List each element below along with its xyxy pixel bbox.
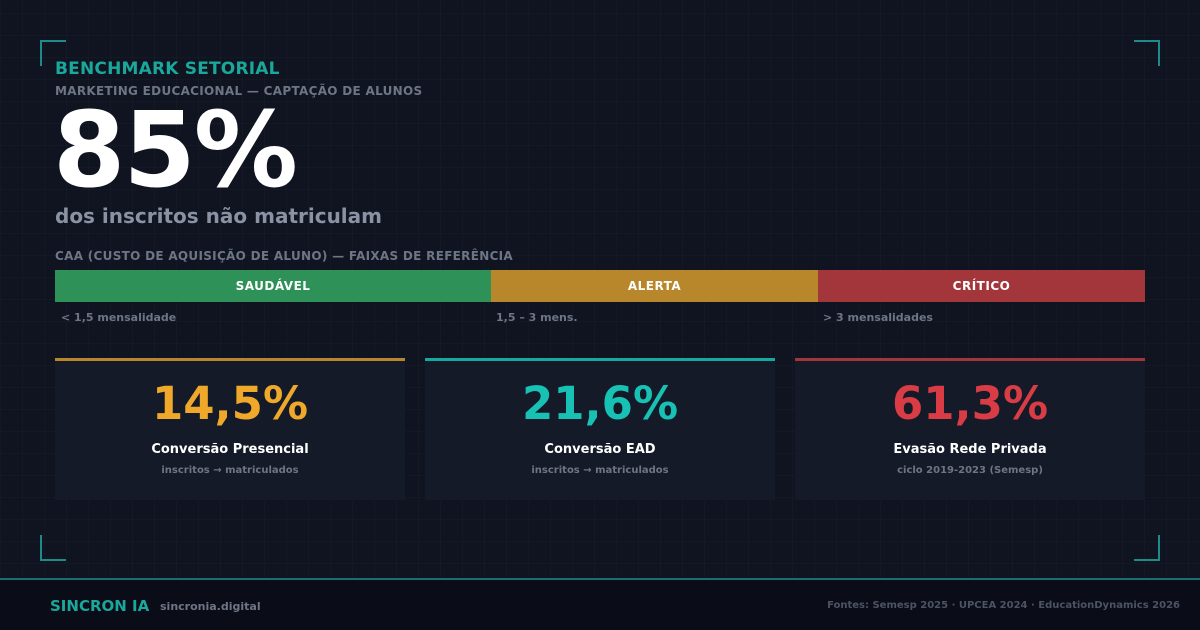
hero-stat-value: 85%	[53, 89, 298, 211]
scale-range-healthy: < 1,5 mensalidade	[61, 311, 177, 324]
corner-bracket-bottom-left	[40, 535, 66, 561]
caa-reference-scale: SAUDÁVEL ALERTA CRÍTICO	[55, 270, 1145, 302]
stat-card-note: ciclo 2019-2023 (Semesp)	[897, 465, 1043, 476]
scale-segment-alert: ALERTA	[491, 270, 818, 302]
stat-card-label: Evasão Rede Privada	[893, 442, 1047, 457]
corner-bracket-top-right	[1134, 40, 1160, 66]
scale-range-alert: 1,5 – 3 mens.	[496, 311, 578, 324]
corner-bracket-bottom-right	[1134, 535, 1160, 561]
page-title: BENCHMARK SETORIAL	[55, 59, 280, 79]
stat-card-ead: 21,6% Conversão EAD inscritos → matricul…	[425, 358, 775, 500]
stat-card-value: 14,5%	[151, 377, 309, 430]
stat-card-note: inscritos → matriculados	[531, 465, 669, 476]
stat-card-label: Conversão EAD	[544, 442, 656, 457]
stat-card-note: inscritos → matriculados	[161, 465, 299, 476]
stat-card-value: 21,6%	[521, 377, 679, 430]
scale-segment-healthy: SAUDÁVEL	[55, 270, 491, 302]
stat-card-presencial: 14,5% Conversão Presencial inscritos → m…	[55, 358, 405, 500]
stat-card-label: Conversão Presencial	[151, 442, 309, 457]
stat-card-evasao: 61,3% Evasão Rede Privada ciclo 2019-202…	[795, 358, 1145, 500]
brand-logo-text: SINCRON IA	[50, 597, 150, 615]
scale-title: CAA (CUSTO DE AQUISIÇÃO DE ALUNO) — FAIX…	[55, 249, 514, 263]
scale-range-critical: > 3 mensalidades	[823, 311, 933, 324]
hero-stat-caption: dos inscritos não matriculam	[55, 204, 383, 228]
sources-note: Fontes: Semesp 2025 · UPCEA 2024 · Educa…	[827, 600, 1180, 611]
site-link[interactable]: sincronia.digital	[160, 600, 261, 613]
scale-segment-critical: CRÍTICO	[818, 270, 1145, 302]
stat-card-value: 61,3%	[891, 377, 1049, 430]
